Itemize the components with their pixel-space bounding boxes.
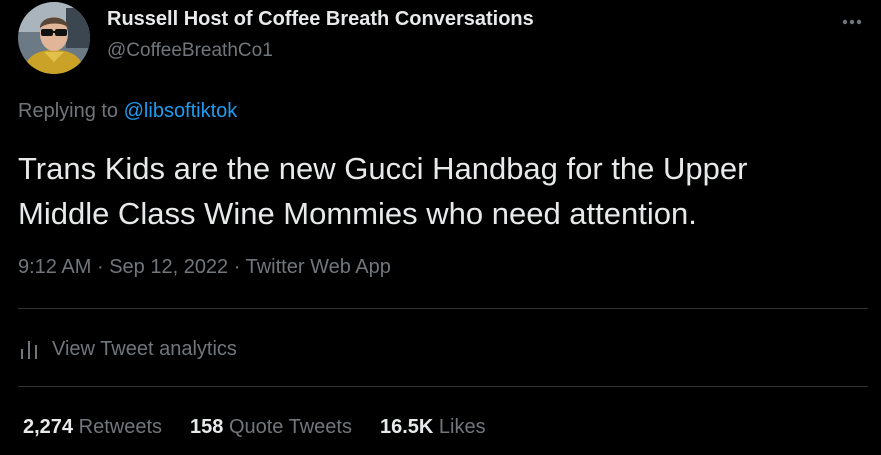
likes-stat[interactable]: 16.5K Likes — [380, 416, 486, 439]
retweets-count: 2,274 — [23, 416, 74, 438]
meta-separator: · — [96, 256, 104, 278]
tweet-date[interactable]: Sep 12, 2022 — [109, 256, 228, 278]
avatar[interactable] — [18, 2, 90, 74]
replying-to-prefix: Replying to — [18, 100, 124, 122]
tweet-text-line-2: Middle Class Wine Mommies who need atten… — [18, 196, 697, 231]
view-tweet-analytics-label: View Tweet analytics — [52, 337, 237, 360]
tweet-meta: 9:12 AM · Sep 12, 2022 · Twitter Web App — [18, 256, 391, 279]
tweet-source[interactable]: Twitter Web App — [246, 256, 391, 278]
replying-to-mention-link[interactable]: @libsoftiktok — [124, 100, 238, 122]
divider — [18, 386, 868, 387]
retweets-label: Retweets — [78, 416, 162, 438]
retweets-stat[interactable]: 2,274 Retweets — [23, 416, 162, 439]
tweet-text-line-1: Trans Kids are the new Gucci Handbag for… — [18, 151, 748, 186]
avatar-image — [18, 2, 90, 74]
replying-to: Replying to @libsoftiktok — [18, 100, 237, 123]
divider — [18, 308, 868, 309]
view-tweet-analytics-link[interactable]: View Tweet analytics — [18, 334, 237, 364]
more-horizontal-icon — [842, 19, 862, 25]
bar-chart-icon — [21, 341, 37, 359]
tweet-stats: 2,274 Retweets 158 Quote Tweets 16.5K Li… — [23, 416, 514, 439]
likes-count: 16.5K — [379, 416, 434, 438]
likes-label: Likes — [438, 416, 486, 438]
author-display-name[interactable]: Russell Host of Coffee Breath Conversati… — [107, 8, 534, 31]
quote-tweets-label: Quote Tweets — [228, 416, 352, 438]
quote-tweets-count: 158 — [190, 416, 224, 438]
more-options-button[interactable] — [836, 6, 868, 38]
meta-separator: · — [233, 256, 241, 278]
tweet-text: Trans Kids are the new Gucci Handbag for… — [18, 146, 868, 236]
tweet-time[interactable]: 9:12 AM — [18, 256, 91, 278]
author-handle[interactable]: @CoffeeBreathCo1 — [107, 40, 273, 62]
quote-tweets-stat[interactable]: 158 Quote Tweets — [190, 416, 352, 439]
